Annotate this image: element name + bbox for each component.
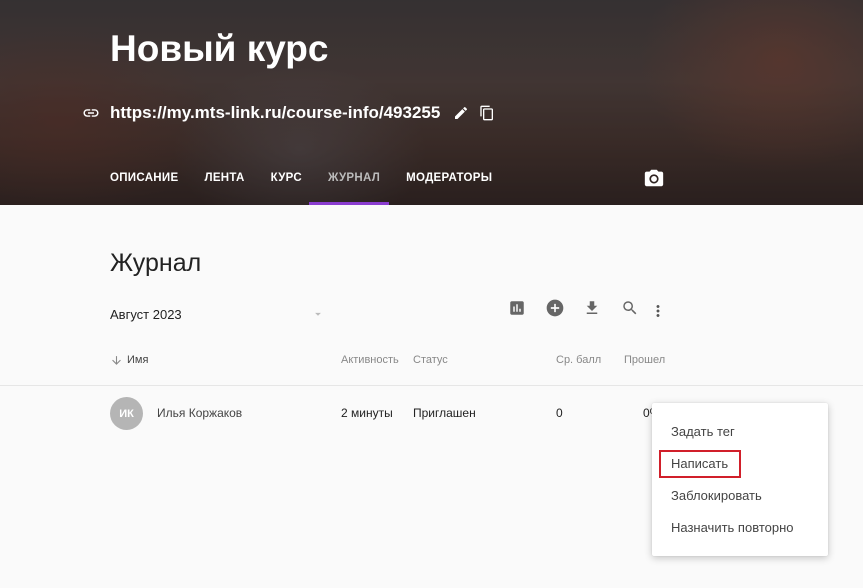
column-header-avg-score[interactable]: Ср. балл [556, 354, 601, 366]
row-status: Приглашен [413, 406, 476, 420]
table-divider [0, 385, 863, 386]
column-header-passed[interactable]: Прошел [624, 354, 665, 366]
course-url[interactable]: https://my.mts-link.ru/course-info/49325… [110, 103, 440, 123]
column-header-name[interactable]: Имя [127, 354, 148, 366]
column-header-status[interactable]: Статус [413, 354, 448, 366]
sort-arrow-icon[interactable] [110, 354, 123, 372]
download-icon[interactable] [582, 298, 602, 318]
avatar: ИК [110, 397, 143, 430]
chevron-down-icon [315, 312, 321, 316]
row-name: Илья Коржаков [157, 406, 243, 420]
search-icon[interactable] [620, 298, 640, 318]
month-select-value: Август 2023 [110, 306, 182, 322]
chart-icon[interactable] [507, 298, 527, 318]
active-tab-indicator [309, 202, 389, 205]
month-select[interactable]: Август 2023 [110, 305, 325, 323]
row-context-menu: Задать тег Написать Заблокировать Назнач… [652, 403, 828, 556]
course-link-row: https://my.mts-link.ru/course-info/49325… [80, 102, 498, 124]
add-icon[interactable] [545, 298, 565, 318]
course-header-banner: Новый курс https://my.mts-link.ru/course… [0, 0, 863, 205]
tab-feed[interactable]: ЛЕНТА [204, 172, 244, 184]
link-icon [80, 102, 102, 124]
menu-item-reassign[interactable]: Назначить повторно [671, 520, 794, 535]
more-vert-icon[interactable] [648, 301, 668, 321]
course-tabs: ОПИСАНИЕ ЛЕНТА КУРС ЖУРНАЛ МОДЕРАТОРЫ [110, 172, 492, 184]
menu-item-block[interactable]: Заблокировать [671, 488, 762, 503]
pencil-icon[interactable] [450, 102, 472, 124]
copy-icon[interactable] [476, 102, 498, 124]
tab-moderators[interactable]: МОДЕРАТОРЫ [406, 172, 492, 184]
tab-description[interactable]: ОПИСАНИЕ [110, 172, 178, 184]
row-avg-score: 0 [556, 406, 563, 420]
menu-item-write[interactable]: Написать [671, 456, 728, 471]
camera-icon[interactable] [643, 167, 665, 194]
page-title: Журнал [110, 249, 202, 277]
tab-course[interactable]: КУРС [271, 172, 302, 184]
tab-journal[interactable]: ЖУРНАЛ [328, 172, 380, 184]
menu-item-set-tag[interactable]: Задать тег [671, 424, 735, 439]
column-header-activity[interactable]: Активность [341, 354, 399, 366]
course-title: Новый курс [110, 28, 329, 69]
row-activity: 2 минуты [341, 406, 393, 420]
